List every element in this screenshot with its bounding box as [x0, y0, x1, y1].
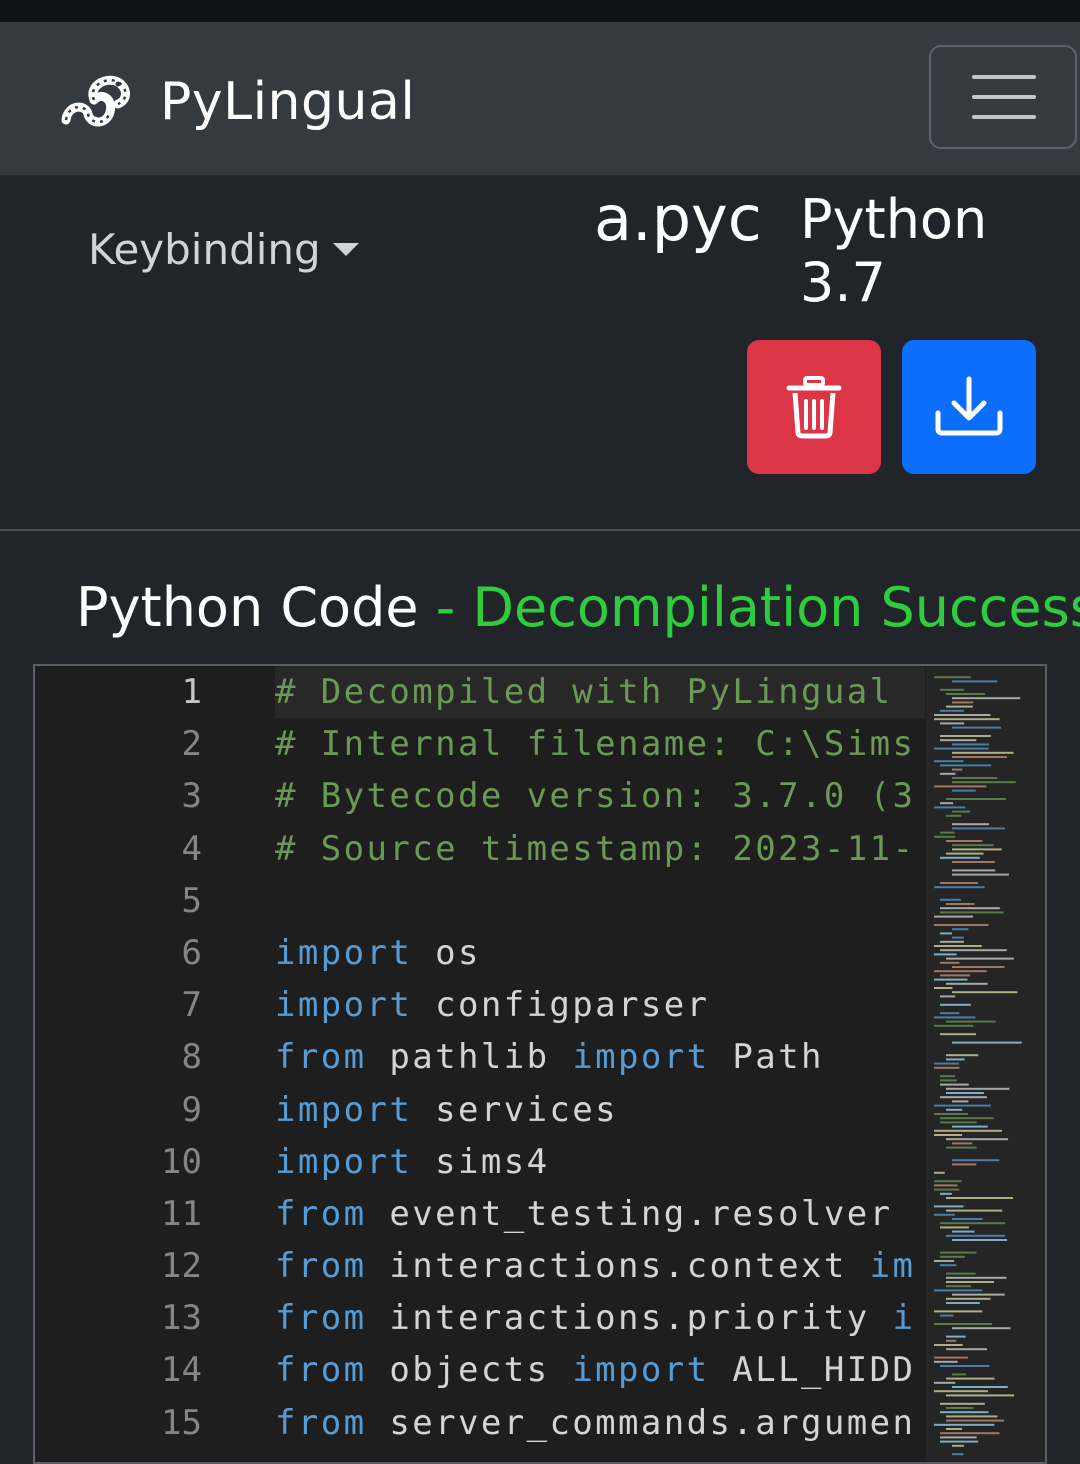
delete-button[interactable]: [747, 340, 881, 474]
keyword-token: i: [892, 1298, 916, 1339]
code-area[interactable]: # Decompiled with PyLingual # Internal fi…: [275, 666, 925, 1449]
keybinding-dropdown[interactable]: Keybinding: [88, 225, 359, 274]
keyword-token: import: [275, 932, 413, 973]
code-token: event_testing.resolver: [366, 1193, 916, 1234]
section-title: Python Code - Decompilation Success: [76, 576, 1080, 639]
keyword-token: import: [572, 1037, 710, 1078]
code-token: interactions.priority: [366, 1298, 893, 1339]
line-number: 6: [181, 932, 202, 973]
code-line[interactable]: from event_testing.resolver: [275, 1188, 925, 1240]
caret-down-icon: [332, 243, 359, 256]
python-version: Python 3.7: [800, 188, 988, 314]
keyword-token: import: [572, 1350, 710, 1391]
line-number: 1: [181, 672, 202, 712]
code-line[interactable]: # Decompiled with PyLingual: [275, 666, 925, 719]
status-strip: [0, 0, 1080, 22]
file-name: a.pyc: [594, 182, 762, 255]
code-token: ALL_HIDD: [709, 1350, 916, 1391]
line-number: 10: [161, 1141, 202, 1182]
code-token: objects: [366, 1350, 573, 1391]
menu-toggle-button[interactable]: [929, 45, 1077, 149]
trash-icon: [786, 376, 842, 439]
code-line[interactable]: import sims4: [275, 1136, 925, 1188]
minimap[interactable]: [926, 666, 1045, 1462]
code-line[interactable]: from objects import ALL_HIDD: [275, 1344, 925, 1396]
divider: [0, 529, 1080, 531]
line-number: 9: [181, 1089, 202, 1130]
comment-token: # Source timestamp: 2023-11-: [275, 828, 916, 869]
comment-token: # Internal filename: C:\Sims: [275, 724, 916, 765]
line-number: 4: [181, 828, 202, 869]
code-token: services: [412, 1089, 619, 1130]
code-token: interactions.context: [366, 1246, 870, 1287]
line-number: 2: [181, 724, 202, 765]
code-token: sims4: [412, 1141, 550, 1182]
code-line[interactable]: from interactions.priority i: [275, 1292, 925, 1344]
code-line[interactable]: from pathlib import Path: [275, 1031, 925, 1083]
download-button[interactable]: [902, 340, 1036, 474]
line-number: 7: [181, 985, 202, 1026]
keyword-token: im: [869, 1246, 916, 1287]
line-number: 3: [181, 776, 202, 817]
code-line[interactable]: # Bytecode version: 3.7.0 (3: [275, 770, 925, 822]
brand-link[interactable]: PyLingual: [58, 62, 415, 142]
line-number-gutter: 1 2 3 4 5 6 7 8 9 10 11 12 13 14 15: [35, 666, 205, 1449]
brand-name: PyLingual: [160, 72, 416, 132]
code-token: pathlib: [366, 1037, 573, 1078]
snake-icon: [61, 75, 130, 127]
code-token: Path: [709, 1037, 824, 1078]
keyword-token: from: [275, 1298, 367, 1339]
line-number: 12: [161, 1246, 202, 1287]
code-line[interactable]: # Internal filename: C:\Sims: [275, 718, 925, 770]
code-line[interactable]: import services: [275, 1084, 925, 1136]
keyword-token: import: [275, 1089, 413, 1130]
code-line[interactable]: import os: [275, 927, 925, 979]
line-number: 8: [181, 1037, 202, 1078]
decompilation-status: - Decompilation Success: [418, 576, 1080, 639]
keyword-token: from: [275, 1246, 367, 1287]
keyword-token: import: [275, 985, 413, 1026]
code-line[interactable]: # Source timestamp: 2023-11-: [275, 823, 925, 875]
download-icon: [935, 376, 1003, 436]
keyword-token: import: [275, 1141, 413, 1182]
line-number: 15: [161, 1402, 202, 1443]
comment-token: # Decompiled with PyLingual: [275, 672, 893, 712]
line-number: 5: [181, 880, 202, 921]
navbar: PyLingual: [0, 22, 1080, 175]
code-line[interactable]: [275, 875, 925, 927]
keyword-token: from: [275, 1350, 367, 1391]
comment-token: # Bytecode version: 3.7.0 (3: [275, 776, 916, 817]
line-number: 13: [161, 1298, 202, 1339]
code-line[interactable]: from interactions.context im: [275, 1240, 925, 1292]
keyword-token: from: [275, 1037, 367, 1078]
code-token: os: [412, 932, 481, 973]
keyword-token: from: [275, 1193, 367, 1234]
code-token: configparser: [412, 985, 710, 1026]
section-title-text: Python Code: [76, 576, 419, 639]
line-number: 11: [161, 1193, 202, 1234]
line-number: 14: [161, 1350, 202, 1391]
keybinding-label: Keybinding: [88, 225, 321, 274]
code-editor[interactable]: 1 2 3 4 5 6 7 8 9 10 11 12 13 14 15 # Decompiled with …: [33, 664, 1047, 1464]
minimap-preview: [934, 676, 1022, 1456]
code-line[interactable]: import configparser: [275, 979, 925, 1031]
code-line[interactable]: from server_commands.argumen: [275, 1397, 925, 1449]
